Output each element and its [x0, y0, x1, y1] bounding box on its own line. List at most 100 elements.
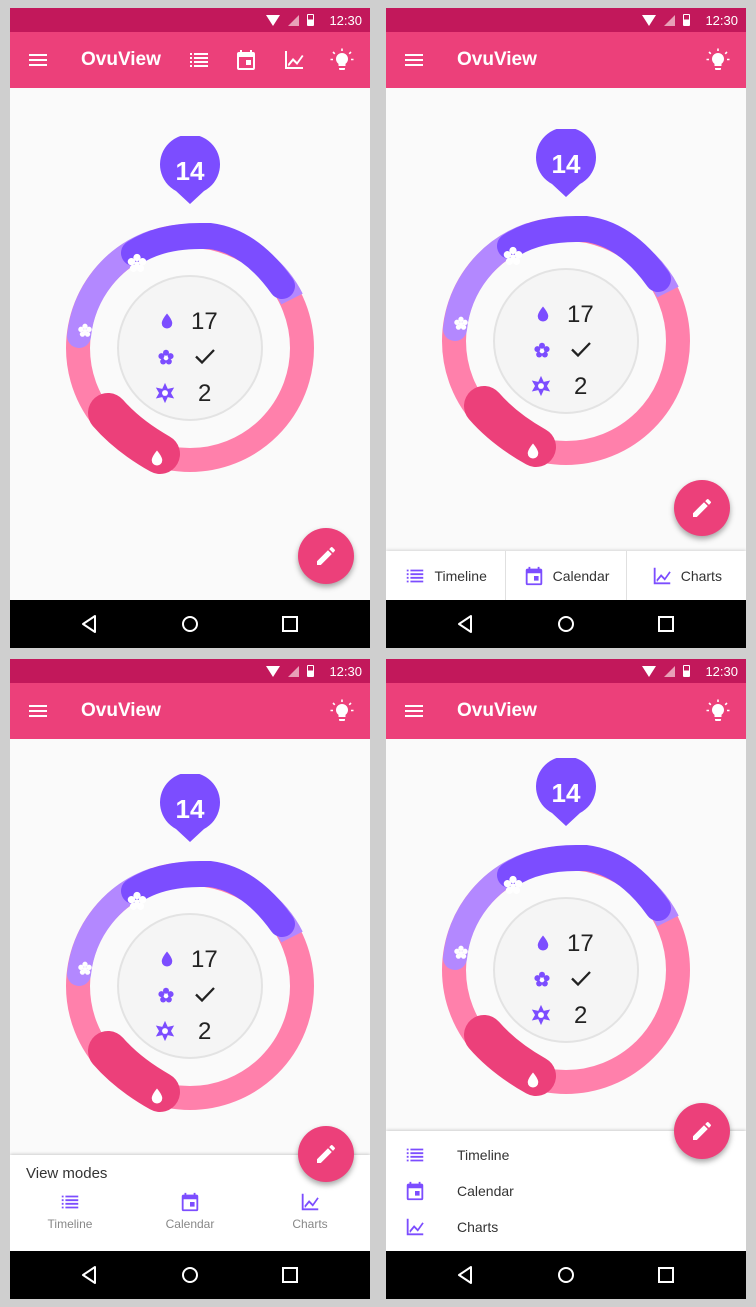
calendar-icon	[404, 1180, 426, 1202]
home-icon[interactable]	[178, 1263, 202, 1287]
pencil-icon	[690, 496, 714, 520]
list-icon[interactable]	[187, 48, 211, 72]
view-modes-tabs: Timeline Calendar Charts	[10, 1191, 370, 1247]
recents-icon[interactable]	[654, 612, 678, 636]
menu-icon[interactable]	[26, 48, 50, 72]
pencil-icon	[690, 1119, 714, 1143]
system-nav-bar	[10, 1251, 370, 1299]
edit-fab[interactable]	[298, 528, 354, 584]
recents-icon[interactable]	[654, 1263, 678, 1287]
app-title: OvuView	[81, 700, 161, 721]
back-icon[interactable]	[78, 612, 102, 636]
cycle-ring	[60, 774, 320, 1114]
tab-timeline[interactable]: Timeline	[10, 1191, 130, 1247]
back-icon[interactable]	[78, 1263, 102, 1287]
pencil-icon	[314, 1142, 338, 1166]
status-time: 12:30	[329, 664, 362, 679]
tab-charts-label: Charts	[680, 567, 722, 584]
back-icon[interactable]	[454, 1263, 478, 1287]
tab-calendar-label: Calendar	[165, 1217, 215, 1231]
battery-icon	[307, 665, 314, 677]
list-item-charts[interactable]: Charts	[386, 1209, 746, 1245]
flower-icon	[453, 316, 469, 332]
phone-screen-bottom-tabs: 12:30 OvuView 14 17 2 Timeline Calendar …	[386, 8, 746, 648]
calendar-icon	[179, 1191, 201, 1213]
phone-screen-list-sheet: 12:30 OvuView 14 17 2 Timeline Calendar …	[386, 659, 746, 1299]
flower-icon	[502, 246, 524, 268]
lightbulb-icon[interactable]	[330, 699, 354, 723]
lightbulb-icon[interactable]	[706, 699, 730, 723]
view-mode-tabs: Timeline Calendar Charts	[386, 551, 746, 600]
app-title: OvuView	[457, 700, 537, 721]
drop-icon	[524, 1071, 542, 1089]
menu-icon[interactable]	[402, 699, 426, 723]
home-icon[interactable]	[554, 612, 578, 636]
cycle-dial[interactable]: 14 17 2	[60, 774, 320, 1114]
tab-timeline[interactable]: Timeline	[386, 551, 507, 600]
flower-icon	[126, 891, 148, 913]
app-toolbar: OvuView	[386, 683, 746, 739]
period-days-value: 17	[567, 930, 594, 957]
tab-charts-label: Charts	[292, 1217, 328, 1231]
lightbulb-icon[interactable]	[706, 48, 730, 72]
flower-icon	[157, 987, 175, 1005]
flower-icon	[157, 349, 175, 367]
battery-icon	[683, 14, 690, 26]
edit-fab[interactable]	[674, 1103, 730, 1159]
chart-icon[interactable]	[282, 48, 306, 72]
wifi-icon	[266, 665, 280, 677]
check-icon	[569, 966, 593, 990]
tab-calendar[interactable]: Calendar	[506, 551, 627, 600]
recents-icon[interactable]	[278, 1263, 302, 1287]
ovulation-days-value: 2	[574, 1002, 588, 1029]
status-icons	[266, 14, 314, 26]
phone-screen-toolbar-icons: 12:30 OvuView 14 17 2	[10, 8, 370, 648]
drop-icon	[148, 1087, 166, 1105]
status-bar: 12:30	[10, 659, 370, 683]
list-item-calendar[interactable]: Calendar	[386, 1173, 746, 1209]
status-bar: 12:30	[386, 659, 746, 683]
list-icon	[404, 565, 426, 587]
check-icon	[193, 982, 217, 1006]
check-icon	[193, 344, 217, 368]
drop-icon	[534, 305, 552, 323]
edit-fab[interactable]	[674, 480, 730, 536]
status-bar: 12:30	[386, 8, 746, 32]
star-flower-icon	[154, 1020, 176, 1042]
flower-icon	[533, 342, 551, 360]
list-icon	[404, 1144, 426, 1166]
edit-fab[interactable]	[298, 1126, 354, 1182]
cycle-dial[interactable]: 14 17 2	[60, 136, 320, 476]
cycle-dial[interactable]: 14 17 2	[436, 758, 696, 1098]
tab-charts[interactable]: Charts	[250, 1191, 370, 1247]
cycle-dial[interactable]: 14 17 2	[436, 129, 696, 469]
flower-icon	[77, 323, 93, 339]
back-icon[interactable]	[454, 612, 478, 636]
wifi-icon	[642, 14, 656, 26]
home-icon[interactable]	[554, 1263, 578, 1287]
tab-calendar[interactable]: Calendar	[130, 1191, 250, 1247]
home-icon[interactable]	[178, 612, 202, 636]
lightbulb-icon[interactable]	[330, 48, 354, 72]
wifi-icon	[642, 665, 656, 677]
signal-icon	[664, 14, 675, 26]
period-days-value: 17	[191, 946, 218, 973]
recents-icon[interactable]	[278, 612, 302, 636]
flower-icon	[502, 875, 524, 897]
ovulation-days-value: 2	[198, 380, 212, 407]
flower-icon	[533, 971, 551, 989]
calendar-icon	[523, 565, 545, 587]
status-time: 12:30	[705, 13, 738, 28]
status-bar: 12:30	[10, 8, 370, 32]
drop-icon	[524, 442, 542, 460]
calendar-icon[interactable]	[234, 48, 258, 72]
menu-icon[interactable]	[402, 48, 426, 72]
status-time: 12:30	[705, 664, 738, 679]
tab-charts[interactable]: Charts	[627, 551, 746, 600]
cycle-ring	[436, 758, 696, 1098]
star-flower-icon	[530, 375, 552, 397]
menu-icon[interactable]	[26, 699, 50, 723]
tab-calendar-label: Calendar	[552, 567, 610, 584]
battery-icon	[307, 14, 314, 26]
status-icons	[266, 665, 314, 677]
